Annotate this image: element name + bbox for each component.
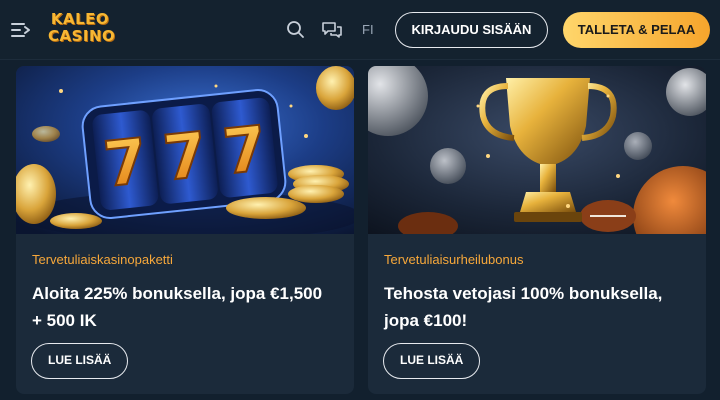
deposit-play-button[interactable]: TALLETA & PELAA — [563, 12, 710, 48]
slot-777-image[interactable]: 7 7 7 — [16, 66, 354, 234]
promo-title: Aloita 225% bonuksella, jopa €1,500 + 50… — [32, 284, 323, 330]
promo-tag: Tervetuliaisurheilubonus — [384, 252, 524, 267]
trophy-sports-image[interactable] — [368, 66, 706, 234]
menu-icon[interactable] — [10, 19, 32, 41]
language-selector[interactable]: FI — [362, 22, 374, 37]
top-header: KALEO CASINO FI KIRJAUDU SISÄÄN TALLETA … — [0, 0, 720, 60]
svg-text:7: 7 — [220, 112, 271, 189]
promo-title: Tehosta vetojasi 100% bonuksella, jopa €… — [384, 284, 663, 330]
read-more-button[interactable]: LUE LISÄÄ — [383, 343, 481, 379]
search-icon[interactable] — [284, 18, 308, 42]
chat-icon[interactable] — [320, 18, 344, 42]
kaleo-casino-logo[interactable]: KALEO CASINO — [48, 10, 116, 50]
svg-text:7: 7 — [100, 124, 151, 201]
logo-text-top: KALEO — [50, 10, 110, 28]
promo-card-sports[interactable]: Tervetuliaisurheilubonus Tehosta vetojas… — [368, 66, 706, 394]
svg-text:7: 7 — [160, 118, 211, 195]
login-button[interactable]: KIRJAUDU SISÄÄN — [395, 12, 548, 48]
logo-text-bottom: CASINO — [48, 27, 116, 45]
promo-card-casino[interactable]: 7 7 7 Tervetuliaiskasinopaketti Aloita 2… — [16, 66, 354, 394]
read-more-button[interactable]: LUE LISÄÄ — [31, 343, 129, 379]
promo-tag: Tervetuliaiskasinopaketti — [32, 252, 173, 267]
